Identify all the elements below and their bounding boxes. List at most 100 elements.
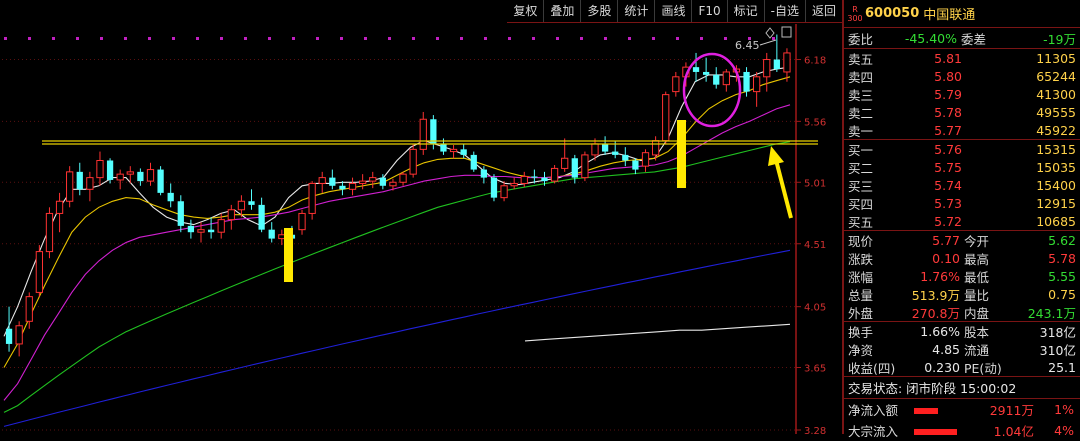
candle-body[interactable] xyxy=(76,171,83,190)
candle-body[interactable] xyxy=(237,200,246,211)
bid-volume: 12915 xyxy=(1036,195,1076,211)
candle-body[interactable] xyxy=(480,169,488,178)
candle-body[interactable] xyxy=(126,171,134,175)
candle-body[interactable] xyxy=(581,154,589,179)
candle-body[interactable] xyxy=(258,204,265,230)
kline-chart-panel[interactable]: 6.18 5.56 5.01 4.51 4.05 3.65 3.28 6.45 复权 叠加 多股统… xyxy=(0,0,842,434)
panel-toggle-icon[interactable] xyxy=(781,26,792,38)
bid-row[interactable]: 买一 5.76 15315 xyxy=(844,140,1080,158)
candle-body[interactable] xyxy=(197,229,205,233)
candle-body[interactable] xyxy=(207,229,215,233)
candle-body[interactable] xyxy=(329,177,336,186)
candle-body[interactable] xyxy=(86,177,94,190)
candle-body[interactable] xyxy=(177,201,184,226)
candle-body[interactable] xyxy=(106,160,114,180)
candle-body[interactable] xyxy=(612,151,619,155)
candle-body[interactable] xyxy=(591,143,599,156)
candle-body[interactable] xyxy=(308,182,316,214)
candle-body[interactable] xyxy=(541,177,548,182)
toolbar-button-5[interactable]: F10 xyxy=(691,0,726,22)
y-tick-label: 5.56 xyxy=(804,117,826,128)
candle-body[interactable] xyxy=(25,296,33,322)
toolbar-button-4[interactable]: 画线 xyxy=(654,0,691,22)
candle-body[interactable] xyxy=(430,119,437,144)
candle-body[interactable] xyxy=(571,158,578,178)
bid-row[interactable]: 买四 5.73 12915 xyxy=(844,194,1080,212)
bid-row[interactable]: 买三 5.74 15400 xyxy=(844,176,1080,194)
candle-body[interactable] xyxy=(601,143,609,152)
diamond-icon[interactable] xyxy=(765,27,775,39)
candle-body[interactable] xyxy=(662,94,670,142)
ask-row[interactable]: 卖四 5.80 65244 xyxy=(844,67,1080,85)
candle-body[interactable] xyxy=(146,169,155,182)
candle-body[interactable] xyxy=(531,176,538,178)
candle-body[interactable] xyxy=(359,180,367,184)
candle-body[interactable] xyxy=(187,225,195,233)
candle-body[interactable] xyxy=(651,140,660,156)
ask-row[interactable]: 卖五 5.81 11305 xyxy=(844,49,1080,67)
candle-body[interactable] xyxy=(217,219,225,233)
candle-body[interactable] xyxy=(227,209,235,221)
candle-body[interactable] xyxy=(622,154,629,161)
candle-body[interactable] xyxy=(510,182,518,187)
candle-body[interactable] xyxy=(369,177,377,182)
candle-body[interactable] xyxy=(116,173,124,181)
candle-body[interactable] xyxy=(268,229,275,239)
toolbar-button-8[interactable]: 返回 xyxy=(804,0,842,22)
toolbar-button-0[interactable]: 复权 xyxy=(507,0,543,22)
candle-body[interactable] xyxy=(743,71,750,92)
candle-body[interactable] xyxy=(449,148,458,153)
candle-body[interactable] xyxy=(399,173,407,183)
toolbar-button-1[interactable]: 叠加 xyxy=(543,0,580,22)
bid-row[interactable]: 买五 5.72 10685 xyxy=(844,212,1080,230)
candle-body[interactable] xyxy=(298,212,306,231)
candle-body[interactable] xyxy=(672,76,680,93)
candle-body[interactable] xyxy=(66,171,74,202)
candle-body[interactable] xyxy=(96,160,104,179)
candle-body[interactable] xyxy=(773,59,780,70)
candle-body[interactable] xyxy=(440,143,447,152)
candle-body[interactable] xyxy=(641,152,650,167)
candle-body[interactable] xyxy=(55,200,64,214)
candle-body[interactable] xyxy=(167,192,174,202)
candle-body[interactable] xyxy=(389,181,397,187)
ask-row[interactable]: 卖三 5.79 41300 xyxy=(844,85,1080,103)
candle-body[interactable] xyxy=(45,212,54,253)
candle-body[interactable] xyxy=(5,328,13,344)
toolbar-button-3[interactable]: 统计 xyxy=(617,0,654,22)
candle-body[interactable] xyxy=(379,177,386,186)
candle-body[interactable] xyxy=(692,67,700,72)
candle-body[interactable] xyxy=(470,154,477,170)
candle-body[interactable] xyxy=(783,52,791,73)
candle-body[interactable] xyxy=(318,177,326,184)
candle-body[interactable] xyxy=(15,325,23,345)
bid-row[interactable]: 买二 5.75 15035 xyxy=(844,158,1080,176)
candle-body[interactable] xyxy=(419,118,427,150)
candle-body[interactable] xyxy=(409,148,417,175)
candle-body[interactable] xyxy=(348,182,357,190)
candle-body[interactable] xyxy=(490,177,498,198)
candle-body[interactable] xyxy=(561,157,569,169)
candle-body[interactable] xyxy=(35,251,43,293)
candle-body[interactable] xyxy=(702,71,710,75)
candle-body[interactable] xyxy=(339,185,346,190)
candle-body[interactable] xyxy=(137,171,144,182)
candle-body[interactable] xyxy=(713,74,720,85)
toolbar-button-6[interactable]: 标记 xyxy=(726,0,764,22)
ask-row[interactable]: 卖一 5.77 45922 xyxy=(844,121,1080,139)
candle-body[interactable] xyxy=(157,169,164,193)
candle-body[interactable] xyxy=(632,160,639,170)
candle-body[interactable] xyxy=(753,76,761,93)
candle-body[interactable] xyxy=(763,59,771,78)
candle-body[interactable] xyxy=(460,149,467,155)
kline-chart[interactable]: 6.18 5.56 5.01 4.51 4.05 3.65 3.28 6.45 xyxy=(0,0,842,434)
candle-body[interactable] xyxy=(520,175,528,184)
candle-body[interactable] xyxy=(722,71,730,86)
candle-body[interactable] xyxy=(550,167,559,182)
toolbar-button-7[interactable]: -自选 xyxy=(763,0,805,22)
candle-body[interactable] xyxy=(248,201,255,205)
candle-body[interactable] xyxy=(500,185,508,199)
ask-row[interactable]: 卖二 5.78 49555 xyxy=(844,103,1080,121)
fundamental-row: 净资 4.85 流通 310亿 xyxy=(844,340,1080,358)
toolbar-button-2[interactable]: 多股 xyxy=(580,0,617,22)
